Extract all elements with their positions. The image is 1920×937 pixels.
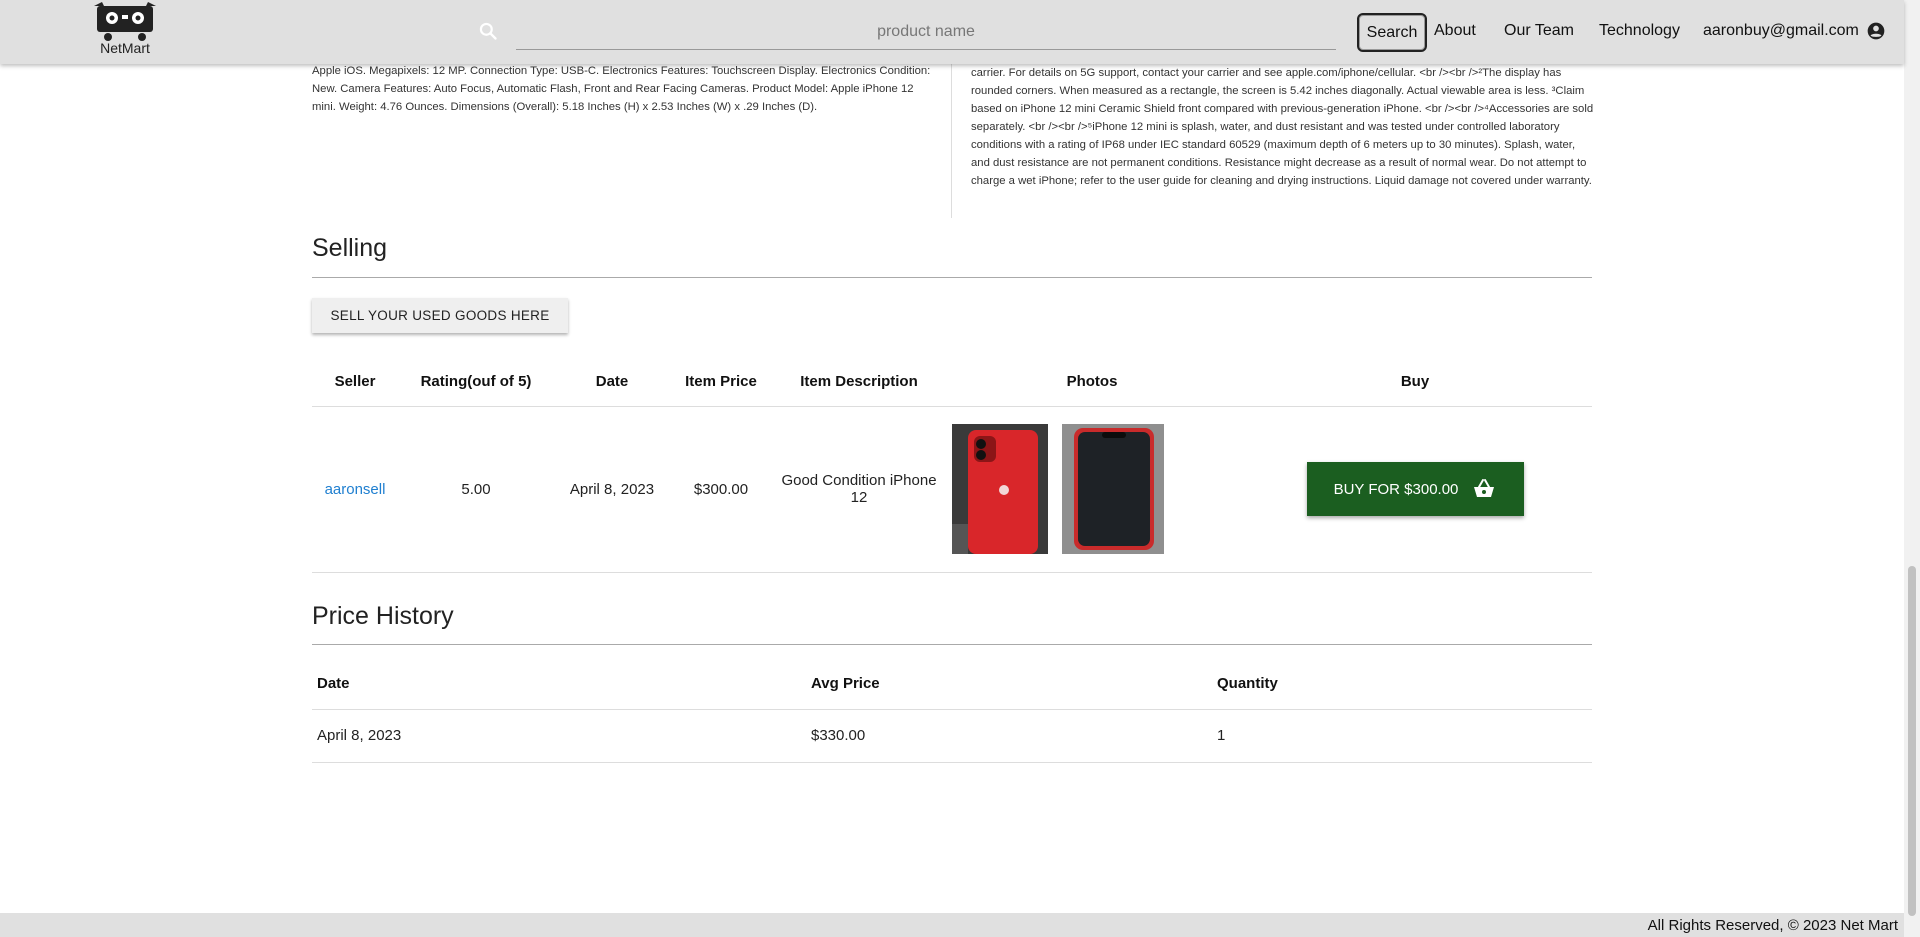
- product-details-text: carrier. For details on 5G support, cont…: [971, 67, 1594, 187]
- col-buy: Buy: [1400, 373, 1430, 391]
- product-photo-back[interactable]: [952, 424, 1048, 554]
- table-row: aaronsell 5.00 April 8, 2023 $300.00 Goo…: [312, 406, 1592, 572]
- shopping-basket-icon: [1474, 479, 1495, 497]
- description-cell: Good Condition iPhone 12: [781, 472, 937, 506]
- scrollbar-thumb[interactable]: [1908, 566, 1916, 916]
- search-button[interactable]: Search: [1357, 13, 1427, 52]
- nav-technology[interactable]: Technology: [1599, 22, 1680, 40]
- logo-text: NetMart: [100, 40, 150, 56]
- account-circle-icon[interactable]: [1866, 21, 1886, 41]
- col-item-price: Item Price: [685, 373, 757, 391]
- col-history-date: Date: [317, 674, 350, 692]
- col-quantity: Quantity: [1217, 674, 1278, 692]
- nav-about[interactable]: About: [1434, 22, 1476, 40]
- date-cell: April 8, 2023: [569, 480, 655, 498]
- page-scrollbar[interactable]: [1904, 0, 1920, 937]
- history-quantity-cell: 1: [1217, 727, 1226, 744]
- nav-our-team[interactable]: Our Team: [1504, 22, 1574, 40]
- selling-table: Seller Rating(ouf of 5) Date Item Price …: [312, 358, 1592, 573]
- column-divider: [951, 64, 952, 218]
- search-icon: [479, 22, 497, 40]
- search-input[interactable]: [516, 14, 1336, 50]
- selling-divider: [312, 277, 1592, 278]
- history-header-row: Date Avg Price Quantity: [312, 658, 1592, 709]
- col-item-description: Item Description: [800, 373, 918, 391]
- col-rating: Rating(ouf of 5): [420, 373, 532, 391]
- table-row: April 8, 2023 $330.00 1: [312, 709, 1592, 762]
- buy-button-label: BUY FOR $300.00: [1333, 480, 1459, 498]
- footer-copyright: All Rights Reserved, © 2023 Net Mart: [1647, 917, 1898, 934]
- price-history-table: Date Avg Price Quantity April 8, 2023 $3…: [312, 658, 1592, 763]
- table-header-row: Seller Rating(ouf of 5) Date Item Price …: [312, 358, 1592, 406]
- col-photos: Photos: [1066, 373, 1118, 391]
- netmart-logo-icon: [94, 2, 156, 41]
- product-specs-text: Apple iOS. Megapixels: 12 MP. Connection…: [312, 65, 931, 113]
- price-history-divider: [312, 644, 1592, 645]
- user-email[interactable]: aaronbuy@gmail.com: [1703, 22, 1859, 40]
- col-avg-price: Avg Price: [811, 674, 880, 692]
- col-seller: Seller: [334, 373, 376, 391]
- seller-link[interactable]: aaronsell: [325, 481, 386, 498]
- price-history-heading: Price History: [312, 602, 454, 630]
- product-photo-front[interactable]: [1062, 424, 1164, 554]
- sell-used-goods-button[interactable]: SELL YOUR USED GOODS HERE: [312, 298, 568, 333]
- buy-button[interactable]: BUY FOR $300.00: [1306, 462, 1524, 516]
- selling-heading: Selling: [312, 234, 388, 262]
- col-date: Date: [595, 373, 629, 391]
- footer: All Rights Reserved, © 2023 Net Mart: [0, 913, 1904, 937]
- top-app-bar: NetMart Search About Our Team Technology…: [0, 0, 1904, 64]
- rating-cell: 5.00: [461, 480, 491, 498]
- netmart-logo[interactable]: NetMart: [90, 2, 160, 60]
- history-date-cell: April 8, 2023: [317, 727, 402, 744]
- price-cell: $300.00: [693, 480, 749, 498]
- history-avg-price-cell: $330.00: [811, 727, 866, 744]
- photos-cell: [946, 424, 1238, 554]
